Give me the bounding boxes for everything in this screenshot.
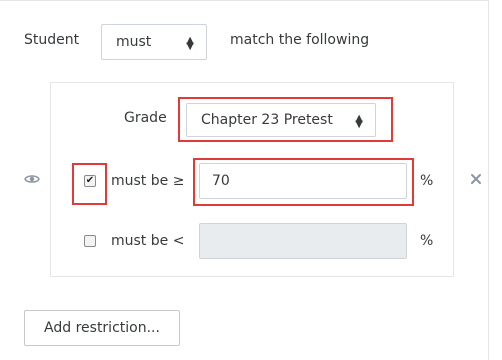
max-label: must be < [111, 233, 185, 249]
close-icon[interactable] [470, 170, 482, 189]
must-select[interactable]: must ▲ ▼ [101, 24, 207, 60]
grade-label: Grade [124, 110, 167, 126]
min-label: must be ≥ [111, 173, 185, 189]
max-checkbox[interactable] [84, 235, 96, 247]
max-unit: % [420, 233, 434, 249]
min-unit: % [420, 173, 434, 189]
match-text: match the following [230, 32, 370, 48]
add-restriction-button[interactable]: Add restriction... [24, 310, 180, 346]
highlight-min-checkbox [72, 163, 107, 205]
must-select-value: must [116, 34, 152, 50]
student-label: Student [24, 32, 80, 48]
highlight-grade-select [178, 97, 393, 142]
eye-icon[interactable] [24, 170, 40, 189]
sort-caret-icon: ▲ ▼ [186, 35, 194, 52]
highlight-min-input [193, 158, 414, 206]
max-value-input[interactable] [199, 223, 407, 259]
